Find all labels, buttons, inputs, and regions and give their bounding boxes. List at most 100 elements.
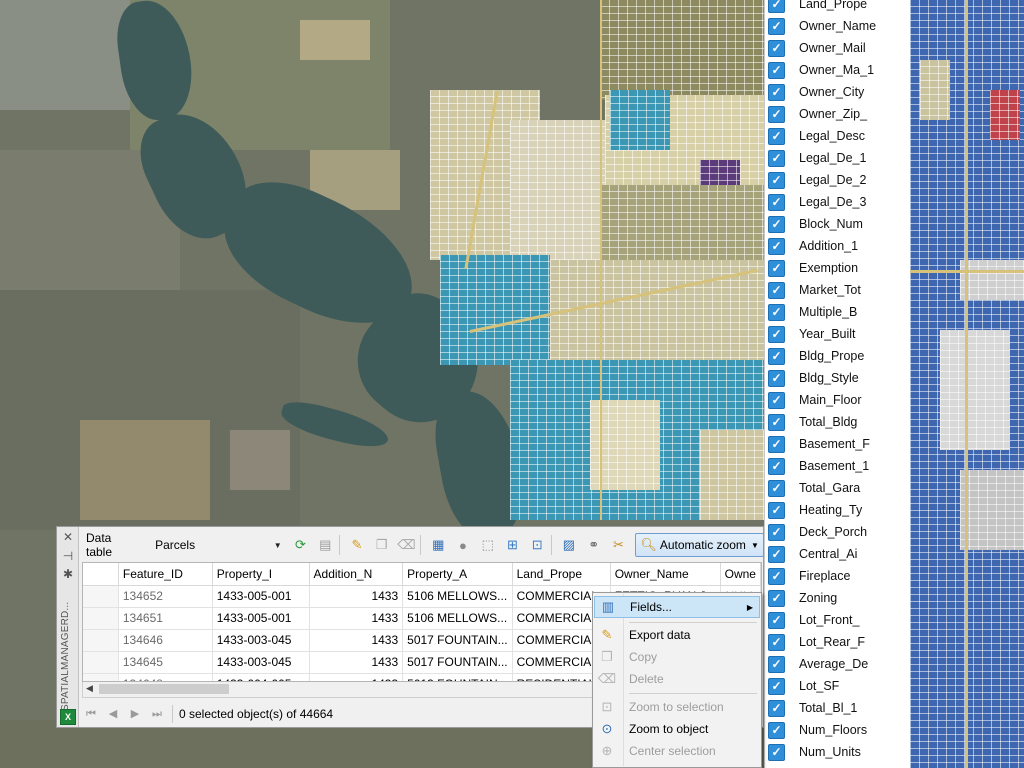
menu-item-fields[interactable]: ▥ Fields... ▶ bbox=[594, 596, 760, 618]
scroll-left-icon[interactable]: ◀ bbox=[86, 683, 93, 694]
table-cell[interactable]: 134648 bbox=[118, 673, 213, 681]
field-checkbox[interactable]: ✓ bbox=[768, 699, 785, 717]
gear-icon[interactable]: ✱ bbox=[61, 567, 75, 581]
refresh-icon[interactable]: ⟳ bbox=[290, 534, 312, 556]
field-row[interactable]: ✓ Average_De bbox=[765, 653, 910, 675]
field-row[interactable]: ✓ Legal_Desc bbox=[765, 125, 910, 147]
field-row[interactable]: ✓ Fireplace bbox=[765, 565, 910, 587]
field-row[interactable]: ✓ Legal_De_3 bbox=[765, 191, 910, 213]
field-row[interactable]: ✓ Total_Bldg bbox=[765, 411, 910, 433]
menu-item-zoom-to-object[interactable]: ⊙ Zoom to object bbox=[594, 718, 760, 740]
field-checkbox[interactable]: ✓ bbox=[768, 479, 785, 497]
field-checkbox[interactable]: ✓ bbox=[768, 413, 785, 431]
menu-item-copy[interactable]: ❐ Copy bbox=[594, 646, 760, 668]
field-checkbox[interactable]: ✓ bbox=[768, 369, 785, 387]
row-header[interactable] bbox=[83, 651, 119, 674]
field-row[interactable]: ✓ Owner_Ma_1 bbox=[765, 59, 910, 81]
field-row[interactable]: ✓ Exemption bbox=[765, 257, 910, 279]
field-checkbox[interactable]: ✓ bbox=[768, 391, 785, 409]
table-cell[interactable]: 1433-003-045 bbox=[212, 651, 310, 674]
unlink-icon[interactable]: ✂ bbox=[608, 534, 630, 556]
menu-item-center-selection[interactable]: ⊕ Center selection bbox=[594, 740, 760, 762]
field-row[interactable]: ✓ Land_Prope bbox=[765, 0, 910, 15]
field-checkbox[interactable]: ✓ bbox=[768, 193, 785, 211]
field-checkbox[interactable]: ✓ bbox=[768, 281, 785, 299]
field-row[interactable]: ✓ Addition_1 bbox=[765, 235, 910, 257]
previous-record-icon[interactable]: ◀ bbox=[102, 704, 124, 724]
field-row[interactable]: ✓ Main_Floor bbox=[765, 389, 910, 411]
field-row[interactable]: ✓ Block_Num bbox=[765, 213, 910, 235]
field-checkbox[interactable]: ✓ bbox=[768, 633, 785, 651]
field-checkbox[interactable]: ✓ bbox=[768, 17, 785, 35]
field-checkbox[interactable]: ✓ bbox=[768, 655, 785, 673]
field-checkbox[interactable]: ✓ bbox=[768, 237, 785, 255]
delete-icon[interactable]: ⌫ bbox=[396, 534, 418, 556]
table-cell[interactable]: 134645 bbox=[118, 651, 213, 674]
field-checkbox[interactable]: ✓ bbox=[768, 105, 785, 123]
field-checkbox[interactable]: ✓ bbox=[768, 677, 785, 695]
row-header[interactable] bbox=[83, 585, 119, 608]
field-visibility-list[interactable]: ✓ Land_Prope ✓ Owner_Name ✓ Owner_Mail ✓ Owner_… bbox=[764, 0, 910, 768]
field-checkbox[interactable]: ✓ bbox=[768, 545, 785, 563]
pin-icon[interactable]: ⊣ bbox=[61, 549, 75, 563]
table-cell[interactable]: 5017 FOUNTAIN... bbox=[402, 651, 513, 674]
field-checkbox[interactable]: ✓ bbox=[768, 567, 785, 585]
field-checkbox[interactable]: ✓ bbox=[768, 0, 785, 13]
column-header[interactable]: Owner_Name bbox=[610, 563, 721, 586]
field-checkbox[interactable]: ✓ bbox=[768, 435, 785, 453]
table-cell[interactable]: 1433 bbox=[309, 585, 404, 608]
field-checkbox[interactable]: ✓ bbox=[768, 215, 785, 233]
field-row[interactable]: ✓ Owner_Zip_ bbox=[765, 103, 910, 125]
spreadsheet-icon[interactable]: X bbox=[60, 709, 76, 725]
edit-table-icon[interactable]: ▨ bbox=[558, 534, 580, 556]
field-checkbox[interactable]: ✓ bbox=[768, 501, 785, 519]
table-cell[interactable]: 5017 FOUNTAIN... bbox=[402, 629, 513, 652]
table-cell[interactable]: 134651 bbox=[118, 607, 213, 630]
field-checkbox[interactable]: ✓ bbox=[768, 171, 785, 189]
column-header[interactable]: Land_Prope bbox=[512, 563, 611, 586]
field-checkbox[interactable]: ✓ bbox=[768, 303, 785, 321]
table-cell[interactable]: 1433 bbox=[309, 673, 404, 681]
field-row[interactable]: ✓ Lot_Rear_F bbox=[765, 631, 910, 653]
field-checkbox[interactable]: ✓ bbox=[768, 611, 785, 629]
close-icon[interactable]: ✕ bbox=[61, 530, 75, 544]
field-checkbox[interactable]: ✓ bbox=[768, 457, 785, 475]
field-row[interactable]: ✓ Owner_Mail bbox=[765, 37, 910, 59]
row-header[interactable] bbox=[83, 629, 119, 652]
field-checkbox[interactable]: ✓ bbox=[768, 39, 785, 57]
field-row[interactable]: ✓ Basement_F bbox=[765, 433, 910, 455]
field-row[interactable]: ✓ Lot_Front_ bbox=[765, 609, 910, 631]
field-row[interactable]: ✓ Legal_De_2 bbox=[765, 169, 910, 191]
field-checkbox[interactable]: ✓ bbox=[768, 325, 785, 343]
field-checkbox[interactable]: ✓ bbox=[768, 589, 785, 607]
field-row[interactable]: ✓ Owner_City bbox=[765, 81, 910, 103]
field-row[interactable]: ✓ Total_Gara bbox=[765, 477, 910, 499]
sphere-icon[interactable]: ● bbox=[452, 534, 474, 556]
table-cell[interactable]: 1433 bbox=[309, 651, 404, 674]
field-row[interactable]: ✓ Owner_Name bbox=[765, 15, 910, 37]
column-header[interactable]: Property_I bbox=[212, 563, 310, 586]
field-row[interactable]: ✓ Num_Units bbox=[765, 741, 910, 763]
field-row[interactable]: ✓ Deck_Porch bbox=[765, 521, 910, 543]
pick-icon[interactable]: ⊞ bbox=[502, 534, 524, 556]
column-header[interactable]: Property_A bbox=[402, 563, 513, 586]
table-cell[interactable]: 134646 bbox=[118, 629, 213, 652]
automatic-zoom-button[interactable]: 🔍︎ Automatic zoom ▼ bbox=[635, 533, 764, 557]
row-header[interactable] bbox=[83, 607, 119, 630]
field-checkbox[interactable]: ✓ bbox=[768, 347, 785, 365]
field-row[interactable]: ✓ Heating_Ty bbox=[765, 499, 910, 521]
field-checkbox[interactable]: ✓ bbox=[768, 259, 785, 277]
scrollbar-thumb[interactable] bbox=[99, 684, 229, 694]
table-cell[interactable]: 5106 MELLOWS... bbox=[402, 585, 513, 608]
table-icon[interactable]: ▤ bbox=[314, 534, 336, 556]
column-header[interactable]: Feature_ID bbox=[118, 563, 213, 586]
field-row[interactable]: ✓ Lot_SF bbox=[765, 675, 910, 697]
field-row[interactable]: ✓ Total_Bl_1 bbox=[765, 697, 910, 719]
field-row[interactable]: ✓ Bldg_Prope bbox=[765, 345, 910, 367]
row-header[interactable] bbox=[83, 673, 119, 681]
next-record-icon[interactable]: ▶ bbox=[124, 704, 146, 724]
layer-dropdown[interactable]: Parcels ▼ bbox=[150, 534, 287, 556]
link-icon[interactable]: ⚭ bbox=[583, 534, 605, 556]
field-row[interactable]: ✓ Multiple_B bbox=[765, 301, 910, 323]
grid-icon[interactable]: ▦ bbox=[427, 534, 449, 556]
